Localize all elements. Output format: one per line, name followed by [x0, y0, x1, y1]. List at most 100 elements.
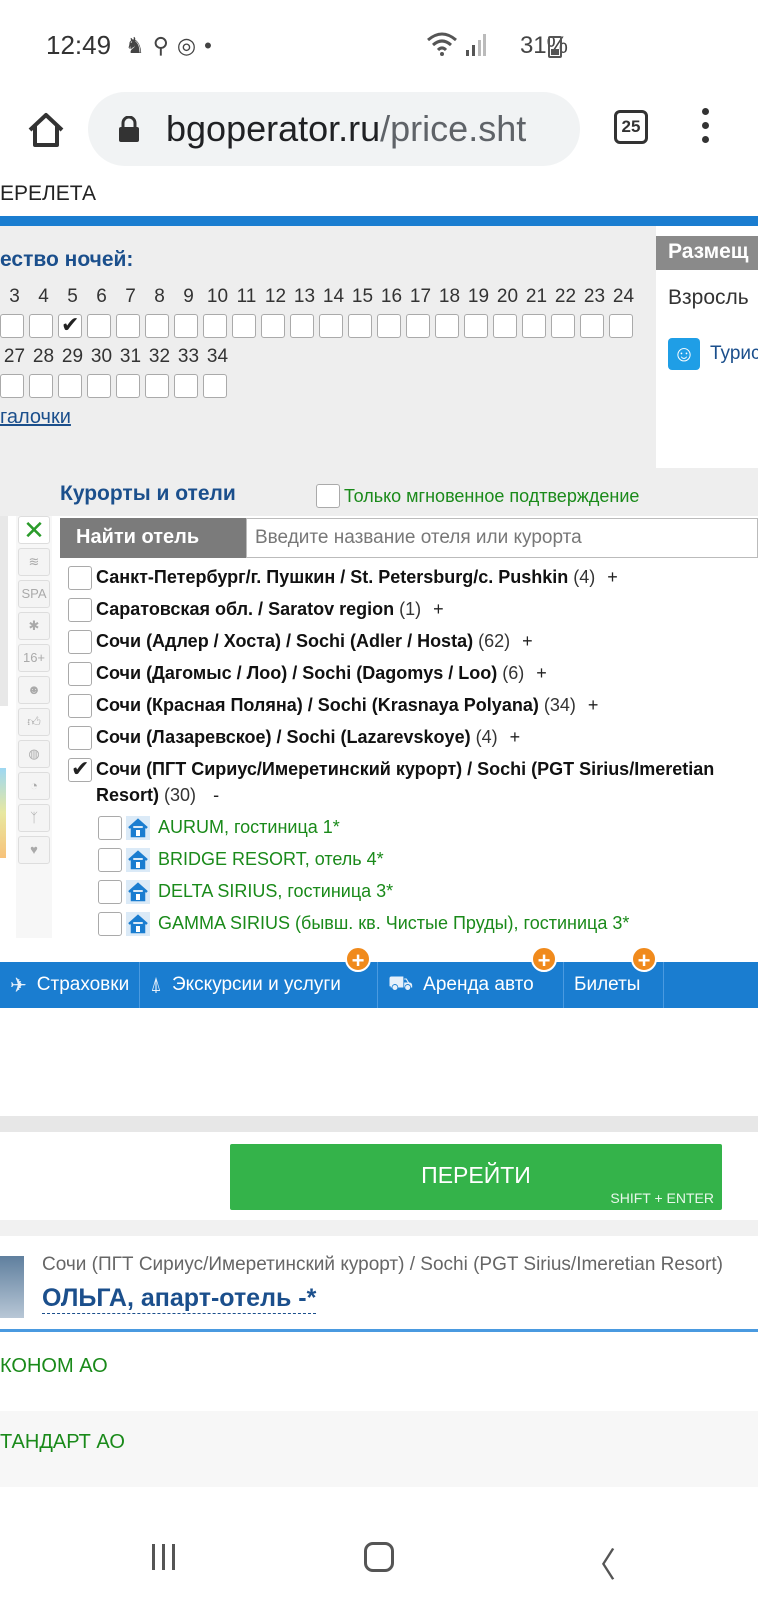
night-checkbox[interactable] [348, 314, 372, 338]
back-icon[interactable]: 〈 [582, 1538, 616, 1587]
night-checkbox[interactable] [87, 314, 111, 338]
instant-confirmation-checkbox[interactable] [316, 484, 340, 508]
ball-icon[interactable]: ◍ [18, 740, 50, 768]
beach-icon[interactable]: ≋ [18, 548, 50, 576]
night-checkbox[interactable] [580, 314, 604, 338]
kids-icon[interactable]: ☻ [18, 676, 50, 704]
expand-toggle[interactable]: + [588, 695, 599, 715]
expand-toggle[interactable]: + [607, 567, 618, 587]
resort-item-sirius[interactable]: Сочи (ПГТ Сириус/Имеретинский курорт) / … [60, 756, 758, 808]
heart-icon[interactable]: ♥ [18, 836, 50, 864]
night-checkbox[interactable] [0, 374, 24, 398]
hotel-item[interactable]: GAMMA SIRIUS (бывш. кв. Чистые Пруды), г… [60, 910, 758, 936]
night-checkbox[interactable] [116, 374, 140, 398]
fitness-icon[interactable]: ᛉ [18, 804, 50, 832]
hotel-item[interactable]: BRIDGE RESORT, отель 4* [60, 846, 758, 872]
resort-item[interactable]: Сочи (Красная Поляна) / Sochi (Krasnaya … [60, 692, 758, 718]
hotel-search-input[interactable] [246, 518, 758, 558]
collapse-toggle[interactable]: - [213, 785, 219, 805]
plus-badge-icon[interactable]: + [531, 946, 557, 973]
night-checkbox[interactable] [87, 374, 111, 398]
expand-toggle[interactable]: + [510, 727, 521, 747]
status-bar: 12:49 ♞⚲◎• 31% [0, 0, 758, 88]
hotel-checkbox[interactable] [98, 912, 122, 936]
go-button[interactable]: ПЕРЕЙТИ SHIFT + ENTER [230, 1144, 722, 1210]
hotel-checkbox[interactable] [98, 880, 122, 904]
night-checkbox[interactable] [203, 314, 227, 338]
expand-toggle[interactable]: + [522, 631, 533, 651]
night-checkbox[interactable] [203, 374, 227, 398]
night-checkbox[interactable] [319, 314, 343, 338]
night-checkbox[interactable] [58, 374, 82, 398]
service-tab[interactable]: ✈ Страховки [0, 962, 140, 1008]
room-row[interactable]: КОНОМ АО [0, 1335, 758, 1411]
night-checkbox[interactable] [522, 314, 546, 338]
filter-icons-column: ✕ ≋ SPA ✱ 16+ ☻ 👍︎ ◍ ◔ ᛉ ♥ [16, 516, 52, 938]
hotel-item[interactable]: DELTA SIRIUS, гостиница 3* [60, 878, 758, 904]
resort-item[interactable]: Сочи (Адлер / Хоста) / Sochi (Adler / Ho… [60, 628, 758, 654]
night-number-label: 11 [236, 286, 257, 307]
room-row[interactable]: ТАНДАРТ АО [0, 1411, 758, 1487]
night-number-label: 8 [154, 286, 165, 307]
night-checkbox[interactable] [174, 374, 198, 398]
night-checkbox[interactable] [406, 314, 430, 338]
resort-checkbox[interactable] [68, 726, 92, 750]
night-checkbox[interactable] [145, 374, 169, 398]
night-checkbox[interactable] [551, 314, 575, 338]
hotel-thumbnail[interactable] [0, 1256, 24, 1318]
resort-checkbox[interactable] [68, 662, 92, 686]
home-button-icon[interactable] [364, 1542, 394, 1572]
home-icon[interactable] [24, 108, 68, 152]
resort-checkbox[interactable] [68, 756, 92, 782]
thumbs-up-icon[interactable]: 👍︎ [18, 708, 50, 736]
night-checkbox[interactable] [232, 314, 256, 338]
night-checkbox[interactable] [58, 312, 82, 338]
find-hotel-button[interactable]: Найти отель [60, 518, 246, 558]
address-bar[interactable]: bgoperator.ru/price.sht [88, 92, 580, 166]
night-checkbox[interactable] [145, 314, 169, 338]
night-checkbox[interactable] [435, 314, 459, 338]
resort-checkbox[interactable] [68, 694, 92, 718]
service-tab[interactable]: Билеты + [564, 946, 664, 1008]
hotel-item[interactable]: AURUM, гостиница 1* [60, 814, 758, 840]
night-checkbox[interactable] [174, 314, 198, 338]
night-checkbox[interactable] [609, 314, 633, 338]
overflow-menu-icon[interactable] [700, 108, 710, 148]
service-tab[interactable]: ⛟ Аренда авто + [378, 946, 564, 1008]
resort-checkbox[interactable] [68, 598, 92, 622]
url-text[interactable]: bgoperator.ru/price.sht [166, 108, 566, 150]
plus-badge-icon[interactable]: + [345, 946, 371, 973]
resort-item[interactable]: Сочи (Лазаревское) / Sochi (Lazarevskoye… [60, 724, 758, 750]
result-hotel-link[interactable]: ОЛЬГА, апарт-отель -* [42, 1284, 317, 1314]
resort-name: Саратовская обл. / Saratov region [96, 599, 395, 619]
night-checkbox[interactable] [377, 314, 401, 338]
recent-apps-icon[interactable] [152, 1544, 175, 1570]
resort-item[interactable]: Сочи (Дагомыс / Лоо) / Sochi (Dagomys / … [60, 660, 758, 686]
night-checkbox[interactable] [29, 374, 53, 398]
night-checkbox[interactable] [116, 314, 140, 338]
night-checkbox[interactable] [493, 314, 517, 338]
hotel-checkbox[interactable] [98, 816, 122, 840]
night-checkbox[interactable] [464, 314, 488, 338]
medical-icon[interactable]: ✱ [18, 612, 50, 640]
night-checkbox[interactable] [290, 314, 314, 338]
clear-checks-link[interactable]: галочки [0, 406, 71, 429]
expand-toggle[interactable]: + [536, 663, 547, 683]
family-icon[interactable]: ◔ [18, 772, 50, 800]
resort-item[interactable]: Санкт-Петербург/г. Пушкин / St. Petersbu… [60, 564, 758, 590]
plus-badge-icon[interactable]: + [631, 946, 657, 973]
service-tab[interactable]: ⍋ Экскурсии и услуги + [140, 946, 378, 1008]
spa-icon[interactable]: SPA [18, 580, 50, 608]
tab-switcher-button[interactable]: 25 [614, 110, 648, 144]
hotel-checkbox[interactable] [98, 848, 122, 872]
clear-filters-icon[interactable]: ✕ [18, 516, 50, 544]
resort-checkbox[interactable] [68, 566, 92, 590]
night-checkbox[interactable] [29, 314, 53, 338]
resort-item[interactable]: Саратовская обл. / Saratov region (1) + [60, 596, 758, 622]
expand-toggle[interactable]: + [433, 599, 444, 619]
resort-checkbox[interactable] [68, 630, 92, 654]
age-16-icon[interactable]: 16+ [18, 644, 50, 672]
night-checkbox[interactable] [0, 314, 24, 338]
night-checkbox[interactable] [261, 314, 285, 338]
tourist-item[interactable]: ☺ Турис [668, 338, 758, 370]
